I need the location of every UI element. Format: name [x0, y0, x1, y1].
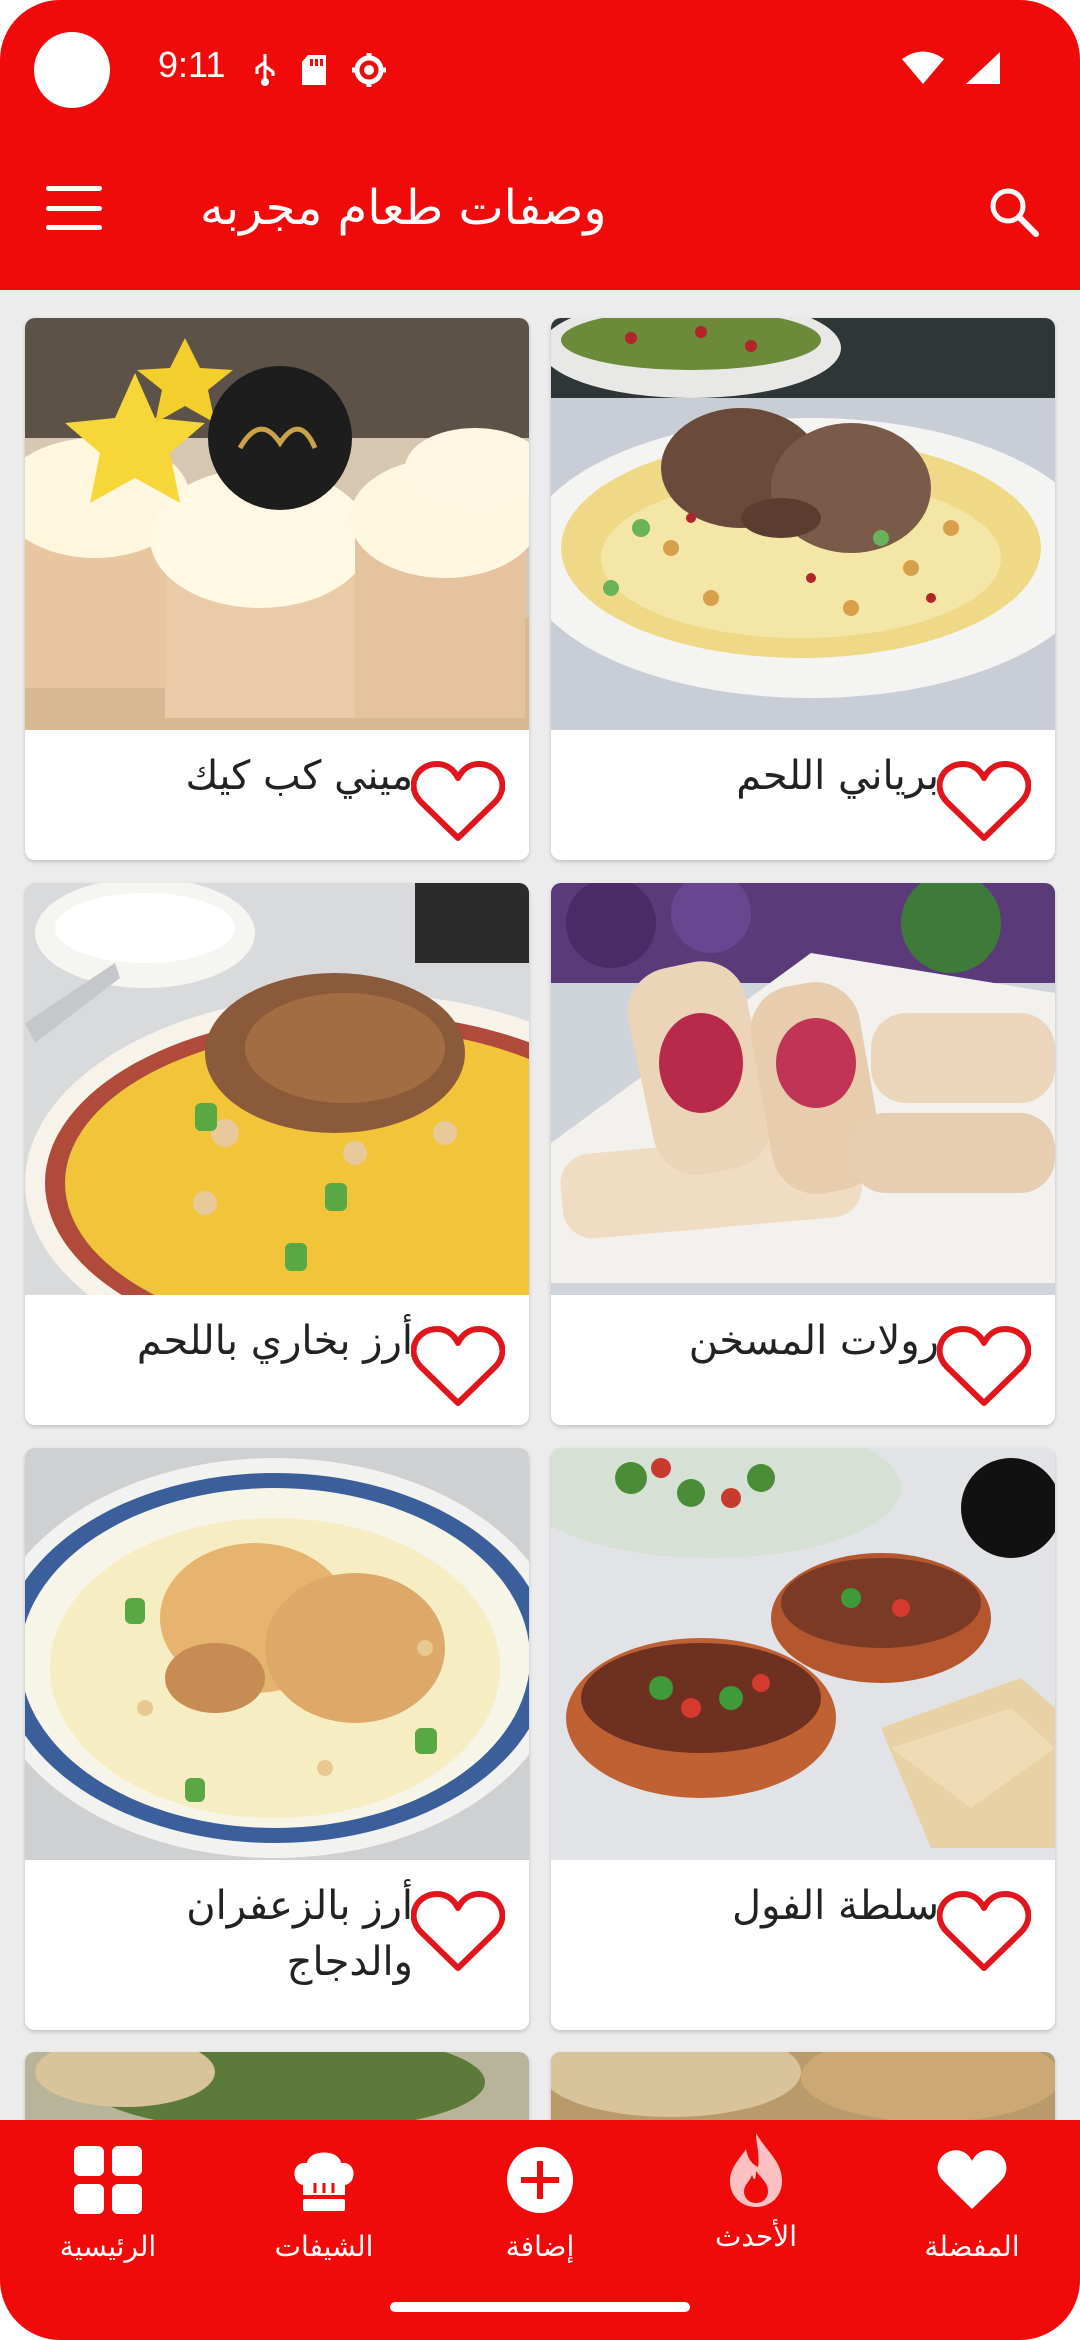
nav-latest-label: الأحدث [714, 2220, 798, 2253]
nav-favorites-label: المفضلة [924, 2230, 1020, 2263]
app-title: وصفات طعام مجربه [200, 180, 607, 236]
menu-button[interactable] [46, 186, 102, 230]
recipe-caption: أرز بالزعفران والدجاج [25, 1860, 529, 2030]
favorite-heart-icon[interactable] [411, 1890, 505, 1974]
recipe-photo [551, 883, 1055, 1295]
recipe-caption: سلطة الفول [551, 1860, 1055, 2030]
flame-icon [730, 2133, 782, 2207]
recipe-photo [25, 2052, 529, 2120]
chef-hat-icon [294, 2152, 354, 2211]
recipe-title: ميني كب كيك [185, 753, 413, 799]
nav-add[interactable]: إضافة [440, 2140, 640, 2290]
recipe-title: أرز بالزعفران والدجاج [186, 1883, 413, 1985]
home-indicator[interactable] [390, 2302, 690, 2312]
app-header: 9:11 وصفات طعام مجربه [0, 0, 1080, 290]
recipe-card[interactable]: سلطة الفول [551, 1448, 1055, 2030]
usb-icon [255, 54, 275, 86]
menu-icon-line [46, 186, 102, 191]
add-circle-icon [507, 2147, 573, 2213]
phone-screen: 9:11 وصفات طعام مجربه برياني اللحم ميني … [0, 0, 1080, 2340]
recipe-photo [25, 318, 529, 730]
sd-card-icon [302, 55, 326, 85]
recipe-photo [551, 2052, 1055, 2120]
status-icons-left [252, 50, 388, 90]
nav-latest[interactable]: الأحدث [656, 2130, 856, 2280]
recipe-card[interactable]: أرز بخاري باللحم [25, 883, 529, 1425]
heart-icon [937, 2150, 1007, 2209]
recipe-title: برياني اللحم [736, 753, 939, 799]
cellular-signal-icon [966, 52, 1000, 84]
favorite-heart-icon[interactable] [937, 1890, 1031, 1974]
nav-add-label: إضافة [505, 2230, 575, 2263]
favorite-heart-icon[interactable] [411, 760, 505, 844]
recipe-photo [25, 883, 529, 1295]
recipe-card[interactable]: أرز بالزعفران والدجاج [25, 1448, 529, 2030]
recipe-title: سلطة الفول [732, 1883, 939, 1929]
grid-icon [74, 2146, 142, 2214]
recipe-photo [551, 318, 1055, 730]
recipe-card-partial[interactable] [25, 2052, 529, 2120]
menu-icon-line [46, 225, 102, 230]
wifi-icon [902, 51, 944, 84]
recipe-grid: برياني اللحم ميني كب كيك رولات المسخن أر… [0, 290, 1080, 2120]
favorite-heart-icon[interactable] [411, 1325, 505, 1409]
recipe-card[interactable]: برياني اللحم [551, 318, 1055, 860]
recipe-photo [551, 1448, 1055, 1860]
settings-gear-icon [352, 53, 386, 87]
recipe-card-partial[interactable] [551, 2052, 1055, 2120]
nav-home[interactable]: الرئيسية [8, 2140, 208, 2290]
favorite-heart-icon[interactable] [937, 760, 1031, 844]
nav-favorites[interactable]: المفضلة [872, 2140, 1072, 2290]
recipe-caption: رولات المسخن [551, 1295, 1055, 1425]
status-time: 9:11 [158, 44, 226, 85]
search-icon[interactable] [984, 182, 1044, 242]
menu-icon-line [46, 205, 102, 211]
recipe-title: أرز بخاري باللحم [136, 1318, 413, 1364]
recipe-card[interactable]: ميني كب كيك [25, 318, 529, 860]
nav-home-label: الرئيسية [59, 2230, 157, 2263]
nav-chefs-label: الشيفات [274, 2230, 374, 2263]
recipe-caption: برياني اللحم [551, 730, 1055, 860]
recipe-title: رولات المسخن [688, 1318, 939, 1364]
recipe-caption: أرز بخاري باللحم [25, 1295, 529, 1425]
camera-cutout [34, 32, 110, 108]
recipe-caption: ميني كب كيك [25, 730, 529, 860]
recipe-card[interactable]: رولات المسخن [551, 883, 1055, 1425]
status-icons-right [900, 50, 1002, 86]
nav-chefs[interactable]: الشيفات [224, 2140, 424, 2290]
recipe-photo [25, 1448, 529, 1860]
favorite-heart-icon[interactable] [937, 1325, 1031, 1409]
